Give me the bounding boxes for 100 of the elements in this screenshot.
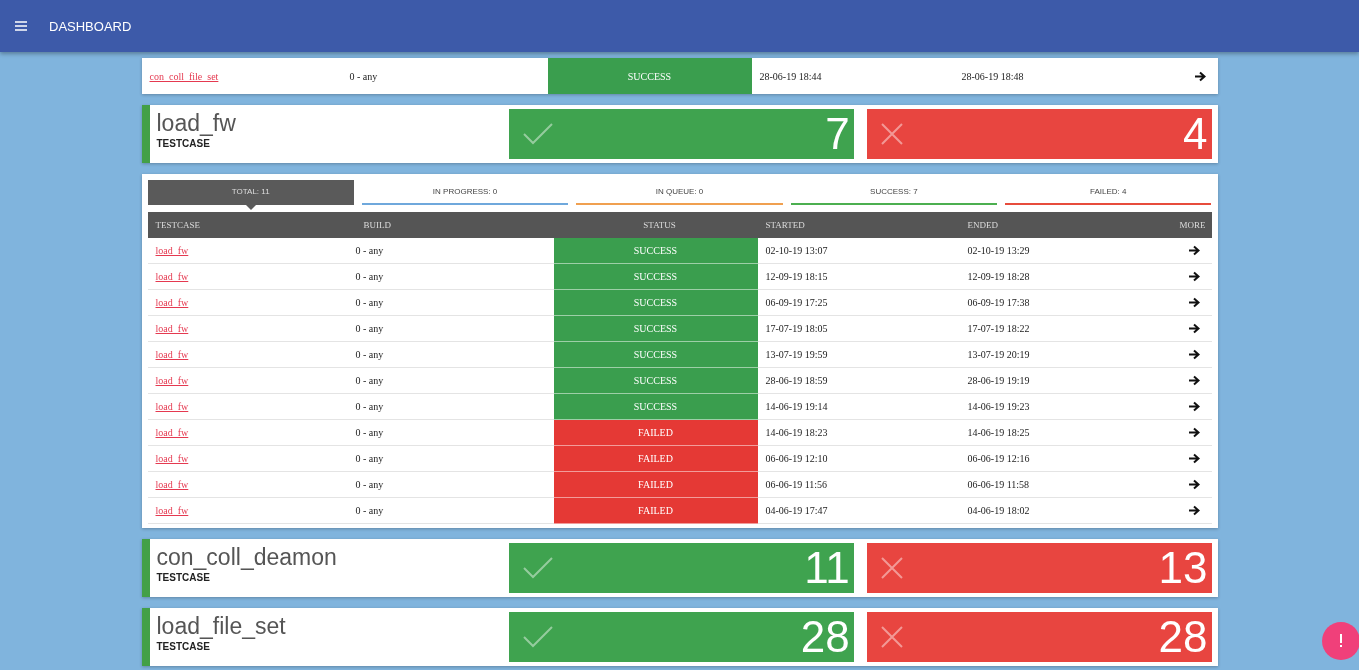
status-cell: FAILED xyxy=(553,498,758,524)
testcase-link[interactable]: load_fw xyxy=(155,245,189,256)
card-subtitle: TESTCASE xyxy=(156,572,210,583)
check-icon xyxy=(523,123,554,145)
build-text: 0 - any xyxy=(355,427,384,438)
passed-count: 11 xyxy=(804,546,850,590)
build-text: 0 - any xyxy=(355,401,384,412)
card-subtitle: TESTCASE xyxy=(156,641,210,652)
started-text: 13-07-19 19:59 xyxy=(765,349,828,360)
arrow-right-icon[interactable] xyxy=(1187,323,1200,334)
started-text: 17-07-19 18:05 xyxy=(765,323,828,334)
ended-text: 06-06-19 11:58 xyxy=(967,479,1030,490)
build-text: 0 - any xyxy=(355,479,384,490)
started-text: 04-06-19 17:47 xyxy=(765,505,828,516)
status-cell: SUCCESS xyxy=(553,238,758,264)
arrow-right-icon[interactable] xyxy=(1187,245,1200,256)
status-cell: SUCCESS xyxy=(553,290,758,316)
ended-text: 28-06-19 19:19 xyxy=(967,375,1030,386)
filter-tab[interactable]: SUCCESS: 7 xyxy=(790,180,998,205)
column-header: BUILD xyxy=(362,220,392,230)
testcase-link[interactable]: load_fw xyxy=(155,401,189,412)
testcase-name: con_coll_deamon xyxy=(156,544,337,570)
ended-text: 13-07-19 20:19 xyxy=(967,349,1030,360)
arrow-right-icon[interactable] xyxy=(1187,297,1200,308)
build-text: 0 - any xyxy=(355,453,384,464)
cross-icon xyxy=(880,557,903,579)
started-text: 28-06-19 18:44 xyxy=(759,70,822,82)
testcase-link[interactable]: load_fw xyxy=(155,349,189,360)
started-text: 06-09-19 17:25 xyxy=(765,297,828,308)
check-icon xyxy=(523,557,554,579)
passed-count: 7 xyxy=(825,112,850,156)
testcase-name: load_fw xyxy=(156,110,236,136)
ended-text: 14-06-19 18:25 xyxy=(967,427,1030,438)
started-text: 12-09-19 18:15 xyxy=(765,271,828,282)
testcase-link[interactable]: load_fw xyxy=(155,271,189,282)
exclamation-icon xyxy=(1339,634,1343,648)
passed-count: 28 xyxy=(800,615,850,659)
arrow-right-icon[interactable] xyxy=(1187,375,1200,386)
status-cell: FAILED xyxy=(553,472,758,498)
ended-text: 28-06-19 18:48 xyxy=(961,70,1024,82)
arrow-right-icon[interactable] xyxy=(1187,271,1200,282)
testcase-link[interactable]: load_fw xyxy=(155,323,189,334)
column-header: MORE xyxy=(1178,220,1207,230)
arrow-right-icon[interactable] xyxy=(1187,427,1200,438)
started-text: 06-06-19 12:10 xyxy=(765,453,828,464)
started-text: 14-06-19 19:14 xyxy=(765,401,828,412)
arrow-right-icon[interactable] xyxy=(1193,70,1206,82)
testcase-link[interactable]: load_fw xyxy=(155,505,189,516)
ended-text: 06-09-19 17:38 xyxy=(967,297,1030,308)
status-cell: FAILED xyxy=(553,446,758,472)
build-text: 0 - any xyxy=(355,505,384,516)
arrow-right-icon[interactable] xyxy=(1187,349,1200,360)
ended-text: 14-06-19 19:23 xyxy=(967,401,1030,412)
column-header: STARTED xyxy=(764,220,806,230)
testcase-link[interactable]: con_coll_file_set xyxy=(149,70,219,82)
build-text: 0 - any xyxy=(355,297,384,308)
ended-text: 04-06-19 18:02 xyxy=(967,505,1030,516)
build-text: 0 - any xyxy=(349,70,378,82)
column-header: ENDED xyxy=(966,220,999,230)
filter-tab[interactable]: IN PROGRESS: 0 xyxy=(361,180,569,205)
ended-text: 17-07-19 18:22 xyxy=(967,323,1030,334)
started-text: 06-06-19 11:56 xyxy=(765,479,828,490)
column-header: TESTCASE xyxy=(154,220,201,230)
arrow-right-icon[interactable] xyxy=(1187,453,1200,464)
ended-text: 02-10-19 13:29 xyxy=(967,245,1030,256)
ended-text: 06-06-19 12:16 xyxy=(967,453,1030,464)
testcase-link[interactable]: load_fw xyxy=(155,453,189,464)
testcase-link[interactable]: load_fw xyxy=(155,375,189,386)
card-subtitle: TESTCASE xyxy=(156,138,210,149)
page-title: DASHBOARD xyxy=(49,18,132,34)
build-text: 0 - any xyxy=(355,271,384,282)
started-text: 28-06-19 18:59 xyxy=(765,375,828,386)
build-text: 0 - any xyxy=(355,349,384,360)
testcase-name: load_file_set xyxy=(156,613,286,639)
build-text: 0 - any xyxy=(355,245,384,256)
check-icon xyxy=(523,626,554,648)
menu-icon[interactable] xyxy=(15,21,27,31)
testcase-link[interactable]: load_fw xyxy=(155,297,189,308)
status-cell: SUCCESS xyxy=(553,342,758,368)
ended-text: 12-09-19 18:28 xyxy=(967,271,1030,282)
testcase-link[interactable]: load_fw xyxy=(155,427,189,438)
build-text: 0 - any xyxy=(355,323,384,334)
cross-icon xyxy=(880,626,903,648)
arrow-right-icon[interactable] xyxy=(1187,401,1200,412)
filter-tab[interactable]: IN QUEUE: 0 xyxy=(576,180,783,205)
status-cell: SUCCESS xyxy=(547,58,752,94)
status-cell: SUCCESS xyxy=(553,394,758,420)
arrow-right-icon[interactable] xyxy=(1187,479,1200,490)
arrow-right-icon[interactable] xyxy=(1187,505,1200,516)
failed-count: 13 xyxy=(1158,546,1208,590)
started-text: 14-06-19 18:23 xyxy=(765,427,828,438)
started-text: 02-10-19 13:07 xyxy=(765,245,828,256)
column-header: STATUS xyxy=(642,220,677,230)
status-cell: SUCCESS xyxy=(553,264,758,290)
testcase-link[interactable]: load_fw xyxy=(155,479,189,490)
filter-tab[interactable]: FAILED: 4 xyxy=(1005,180,1212,205)
failed-count: 28 xyxy=(1158,615,1208,659)
cross-icon xyxy=(880,123,903,145)
status-cell: SUCCESS xyxy=(553,368,758,394)
failed-count: 4 xyxy=(1183,112,1208,156)
